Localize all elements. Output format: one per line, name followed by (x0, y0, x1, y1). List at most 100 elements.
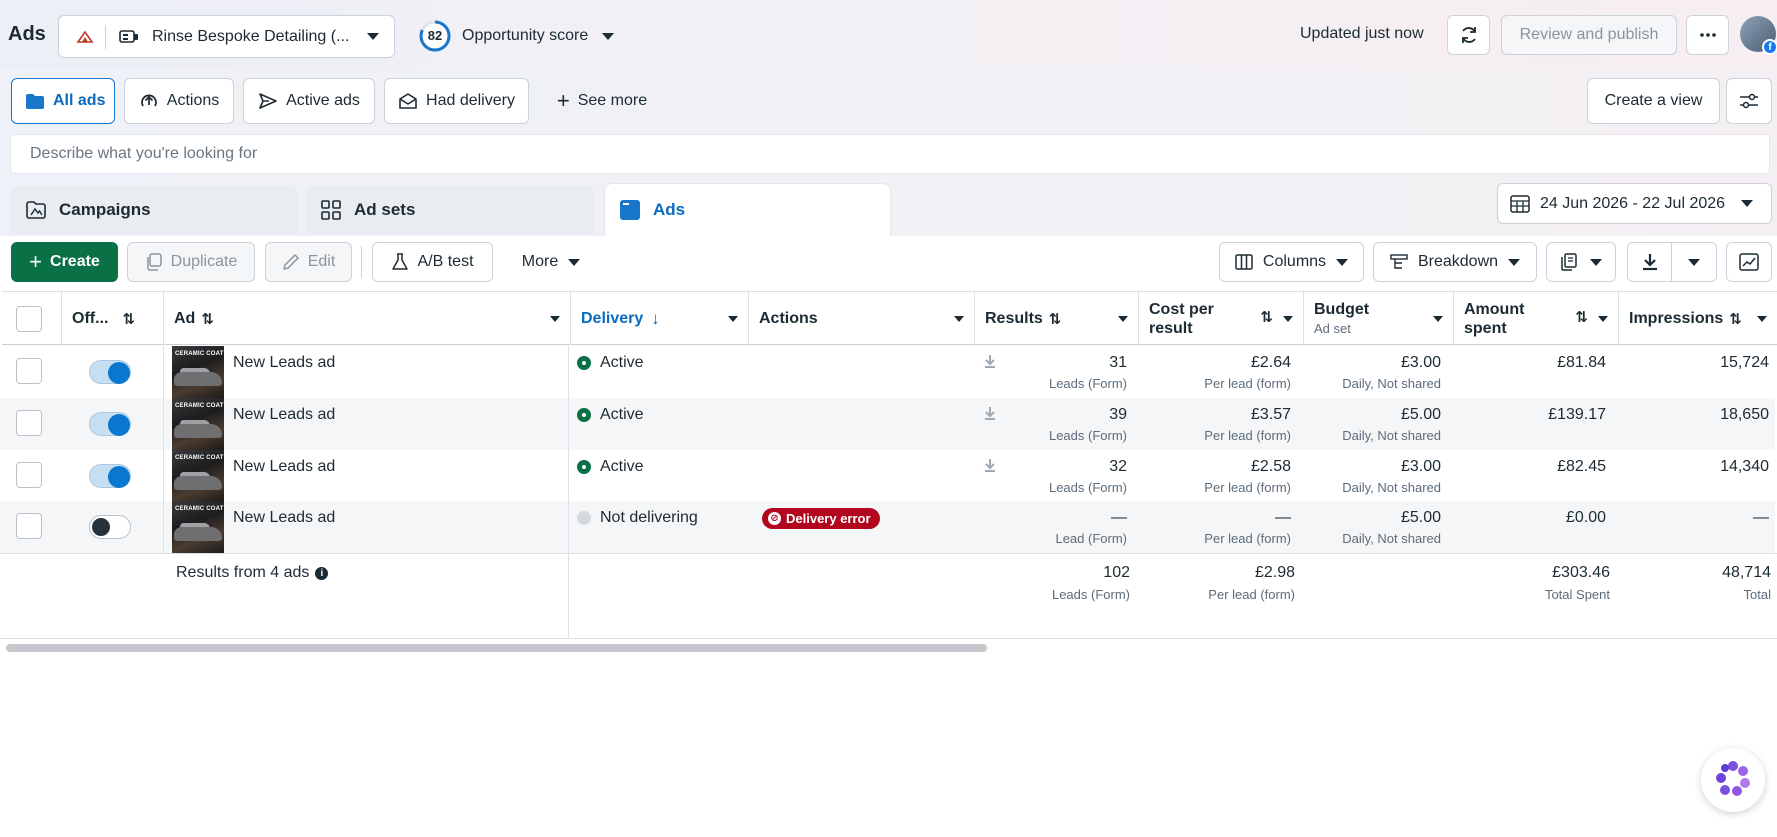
header-off-on[interactable]: Off... ⇅ (62, 292, 164, 345)
header-ad[interactable]: Ad ⇅ (164, 292, 571, 345)
ad-name[interactable]: New Leads ad (233, 509, 335, 527)
arrow-up-circle-icon (139, 91, 159, 111)
reports-button[interactable] (1546, 242, 1616, 282)
ad-thumbnail[interactable]: CERAMIC COATING (172, 450, 224, 502)
ad-name[interactable]: New Leads ad (233, 406, 335, 424)
header-actions[interactable]: Actions (749, 292, 975, 345)
edit-button[interactable]: Edit (265, 242, 352, 282)
search-input[interactable]: Describe what you're looking for (10, 134, 1770, 174)
row-checkbox[interactable] (16, 358, 42, 384)
spent-value: £0.00 (1565, 509, 1606, 526)
summary-spent: £303.46 (1552, 564, 1610, 581)
chevron-down-icon[interactable] (550, 316, 560, 322)
tab-ad-sets-label: Ad sets (354, 200, 416, 219)
avatar[interactable]: f (1740, 16, 1777, 55)
breakdown-button[interactable]: Breakdown (1373, 242, 1537, 282)
summary-results-sub: Leads (Form) (1051, 587, 1130, 602)
chevron-down-icon[interactable] (1118, 316, 1128, 322)
review-publish-button[interactable]: Review and publish (1501, 15, 1677, 55)
delivery-error-badge[interactable]: ⊘ Delivery error (762, 508, 880, 529)
tab-ad-sets[interactable]: Ad sets (306, 186, 595, 234)
create-button[interactable]: + Create (11, 242, 118, 282)
row-checkbox[interactable] (16, 410, 42, 436)
filter-had-delivery[interactable]: Had delivery (384, 78, 529, 124)
cost-sub: Per lead (form) (1204, 376, 1291, 391)
report-icon (1560, 253, 1578, 271)
more-dropdown[interactable]: More (508, 242, 594, 282)
chevron-down-icon[interactable] (1283, 316, 1293, 322)
create-view-button[interactable]: Create a view (1587, 78, 1720, 124)
off-on-label: Off... (72, 309, 109, 327)
results-value: 39 (1109, 406, 1127, 423)
chevron-down-icon (1508, 258, 1521, 266)
info-icon[interactable]: i (315, 566, 329, 580)
summary-row: Results from 4 ads i 102 Leads (Form) £2… (0, 553, 1777, 639)
horizontal-scrollbar[interactable] (6, 644, 987, 652)
refresh-button[interactable] (1447, 15, 1490, 55)
filter-actions[interactable]: Actions (124, 78, 234, 124)
ad-thumbnail[interactable]: CERAMIC COATING (172, 398, 224, 450)
assistant-button[interactable] (1701, 748, 1765, 812)
tab-ads[interactable]: Ads (604, 183, 891, 236)
filter-all-ads[interactable]: All ads (11, 78, 115, 124)
ad-thumbnail[interactable]: CERAMIC COATING (172, 501, 224, 553)
export-button[interactable] (1627, 242, 1717, 282)
table-row[interactable]: CERAMIC COATING New Leads ad Active 31 L… (0, 346, 1775, 398)
ad-toggle[interactable] (89, 360, 131, 384)
date-range-label: 24 Jun 2026 - 22 Jul 2026 (1540, 194, 1726, 212)
more-options-button[interactable] (1686, 15, 1729, 55)
row-checkbox[interactable] (16, 462, 42, 488)
delivery-status-dot (577, 408, 591, 422)
charts-button[interactable] (1726, 242, 1772, 282)
cost-sub: Per lead (form) (1204, 531, 1291, 546)
impressions-value: 14,340 (1720, 458, 1769, 475)
ad-name[interactable]: New Leads ad (233, 354, 335, 372)
date-range-picker[interactable]: 24 Jun 2026 - 22 Jul 2026 (1497, 183, 1772, 224)
pencil-icon (282, 253, 300, 271)
chevron-down-icon[interactable] (728, 316, 738, 322)
download-icon (1628, 243, 1672, 281)
ad-toggle[interactable] (89, 464, 131, 488)
chevron-down-icon[interactable] (1598, 316, 1608, 322)
budget-label: Budget (1314, 300, 1370, 318)
budget-sub: Daily, Not shared (1342, 480, 1441, 495)
tab-campaigns[interactable]: Campaigns (11, 186, 298, 234)
chevron-down-icon[interactable] (1757, 316, 1767, 322)
ad-toggle[interactable] (89, 515, 131, 539)
summary-results: 102 (1103, 564, 1130, 581)
opportunity-score[interactable]: 82 Opportunity score (418, 19, 615, 53)
select-all-checkbox[interactable] (16, 306, 42, 332)
create-label: Create (50, 253, 100, 270)
table-row[interactable]: CERAMIC COATING New Leads ad Active 39 L… (0, 398, 1775, 450)
header-budget[interactable]: Budget Ad set (1304, 292, 1454, 345)
delivery-status-dot (577, 511, 591, 525)
results-label: Results (985, 309, 1043, 327)
download-icon[interactable] (984, 354, 996, 372)
table-row[interactable]: CERAMIC COATING New Leads ad Not deliver… (0, 501, 1775, 553)
ad-name[interactable]: New Leads ad (233, 458, 335, 476)
chevron-down-icon[interactable] (954, 316, 964, 322)
header-delivery[interactable]: Delivery ↓ (571, 292, 749, 345)
duplicate-button[interactable]: Duplicate (127, 242, 255, 282)
table-row[interactable]: CERAMIC COATING New Leads ad Active 32 L… (0, 450, 1775, 502)
ad-toggle[interactable] (89, 412, 131, 436)
download-icon[interactable] (984, 406, 996, 424)
columns-button[interactable]: Columns (1219, 242, 1364, 282)
header-cost-per-result[interactable]: Cost per result ⇅ (1139, 292, 1304, 345)
campaign-icon (25, 200, 47, 220)
account-selector[interactable]: Rinse Bespoke Detailing (... (58, 15, 395, 58)
row-checkbox[interactable] (16, 513, 42, 539)
duplicate-label: Duplicate (170, 253, 238, 270)
filter-active-ads[interactable]: Active ads (243, 78, 375, 124)
header-results[interactable]: Results ⇅ (975, 292, 1139, 345)
edit-label: Edit (307, 253, 336, 270)
plus-icon: + (556, 88, 570, 113)
ab-test-button[interactable]: A/B test (372, 242, 493, 282)
view-settings-button[interactable] (1726, 78, 1772, 124)
see-more-button[interactable]: + See more (542, 80, 662, 122)
chevron-down-icon[interactable] (1433, 316, 1443, 322)
ad-thumbnail[interactable]: CERAMIC COATING (172, 346, 224, 398)
header-amount-spent[interactable]: Amount spent ⇅ (1454, 292, 1619, 345)
header-impressions[interactable]: Impressions ⇅ (1619, 292, 1777, 345)
download-icon[interactable] (984, 458, 996, 476)
